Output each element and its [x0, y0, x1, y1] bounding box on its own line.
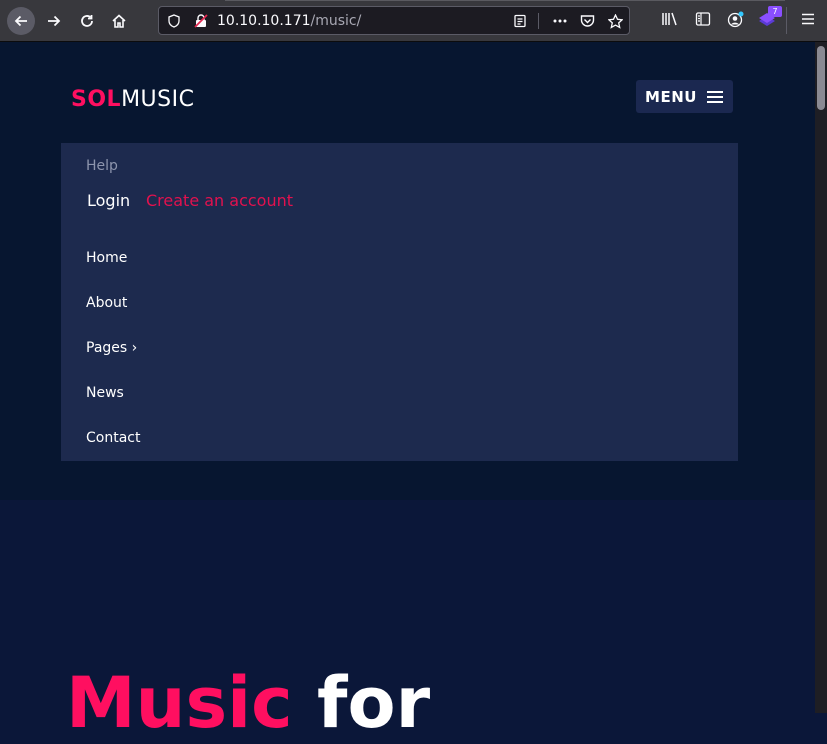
menu-label: MENU: [645, 87, 697, 106]
arrow-left-icon: [14, 15, 27, 27]
site-logo[interactable]: SOLMUSIC: [71, 87, 194, 112]
home-icon: [112, 14, 126, 28]
url-path: /music/: [310, 13, 362, 29]
hero-title: Music for: [66, 668, 430, 738]
reload-button[interactable]: [73, 7, 101, 35]
help-link[interactable]: Help: [86, 158, 118, 174]
more-actions-icon[interactable]: [552, 14, 568, 28]
toolbar-divider: [786, 7, 787, 34]
hero-title-accent: Music: [66, 662, 293, 744]
extension-badge: 7: [768, 6, 782, 17]
browser-toolbar: 10.10.10.171/music/ 7: [0, 0, 827, 42]
hamburger-icon: [706, 90, 723, 103]
scrollbar-thumb[interactable]: [817, 46, 825, 110]
nav-item-pages[interactable]: Pages ›: [86, 340, 137, 356]
shield-icon: [168, 14, 180, 28]
forward-button[interactable]: [40, 7, 68, 35]
hero-section: Music for: [0, 500, 815, 738]
reload-icon: [81, 15, 93, 27]
pocket-icon[interactable]: [580, 14, 595, 28]
logo-music: MUSIC: [121, 87, 195, 112]
library-icon[interactable]: [661, 11, 679, 27]
urlbar-divider: [538, 13, 539, 29]
bookmark-star-icon[interactable]: [608, 14, 623, 29]
arrow-right-icon: [48, 15, 61, 27]
address-bar[interactable]: 10.10.10.171/music/: [158, 6, 630, 35]
menu-toggle-button[interactable]: MENU: [636, 80, 733, 113]
tab-strip-edge: [225, 0, 785, 1]
dropdown-menu: Help Login Create an account Home About …: [61, 143, 738, 461]
hamburger-menu-icon[interactable]: [800, 11, 816, 27]
reader-view-icon[interactable]: [513, 14, 527, 28]
create-account-link[interactable]: Create an account: [146, 191, 293, 210]
nav-item-news[interactable]: News: [86, 385, 124, 401]
site-header: SOLMUSIC MENU Help Login Create an accou…: [0, 42, 815, 500]
nav-item-contact[interactable]: Contact: [86, 430, 140, 446]
back-button[interactable]: [7, 7, 35, 35]
sidebar-icon[interactable]: [695, 11, 711, 27]
nav-item-home[interactable]: Home: [86, 250, 127, 266]
home-button[interactable]: [105, 7, 133, 35]
logo-sol: SOL: [71, 87, 122, 112]
insecure-lock-icon: [194, 14, 208, 28]
url-host: 10.10.10.171: [217, 13, 311, 29]
login-link[interactable]: Login: [87, 191, 130, 210]
hero-title-rest: for: [292, 662, 431, 744]
url-text: 10.10.10.171/music/: [217, 13, 361, 29]
nav-item-about[interactable]: About: [86, 295, 127, 311]
account-icon[interactable]: [727, 11, 744, 28]
page-scrollbar[interactable]: [815, 42, 827, 713]
